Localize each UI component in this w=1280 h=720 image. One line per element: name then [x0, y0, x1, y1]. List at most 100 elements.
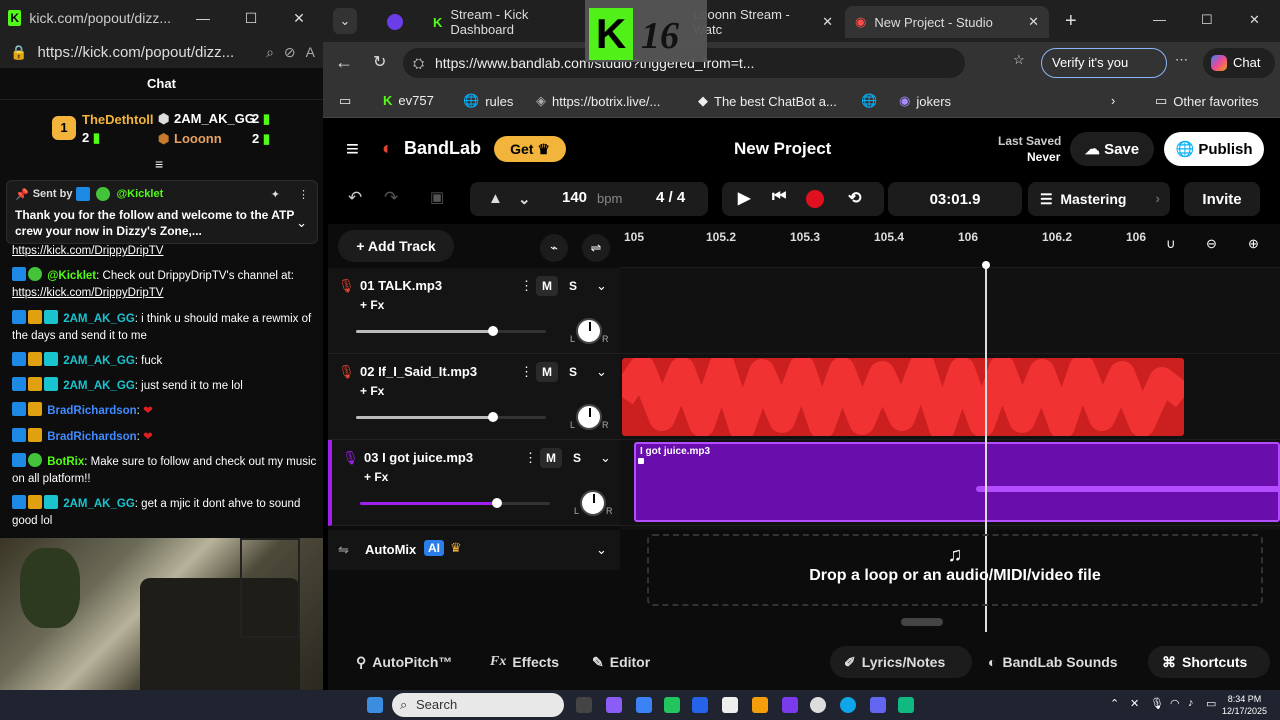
chat-username[interactable]: 2AM_AK_GG	[63, 498, 135, 510]
discord-icon[interactable]	[870, 697, 886, 713]
volume-slider[interactable]	[360, 498, 550, 508]
chat-link[interactable]: https://kick.com/DrippyDripTV	[12, 287, 163, 299]
automix-row[interactable]: ⇋ AutoMix AI ♛ ⌄	[328, 530, 620, 570]
system-clock[interactable]: 8:34 PM 12/17/2025	[1222, 693, 1267, 717]
audio-clip-i-got-juice[interactable]: I got juice.mp3	[634, 442, 1280, 522]
minimize-button[interactable]: —	[1153, 12, 1166, 27]
track-header-1[interactable]: 🎙 01 TALK.mp3 + Fx ⋮ M S ⌄ L R	[328, 268, 620, 354]
close-button[interactable]: ✕	[1249, 12, 1260, 28]
chat-username[interactable]: BradRichardson	[47, 431, 136, 443]
app-icon[interactable]	[722, 697, 738, 713]
tab-close-icon[interactable]: ✕	[822, 14, 833, 30]
bookmark-ev757[interactable]: Kev757	[383, 93, 434, 108]
track-expand-icon[interactable]: ⌄	[600, 450, 611, 466]
zoom-icon[interactable]: ⌕	[266, 44, 274, 61]
track-expand-icon[interactable]: ⌄	[596, 278, 607, 294]
get-membership-button[interactable]: Get ♛	[494, 136, 566, 162]
track-name[interactable]: 02 If_I_Said_It.mp3	[360, 364, 477, 379]
tuner-icon[interactable]: ⇌	[582, 234, 610, 262]
zoom-in-icon[interactable]: ⊕	[1248, 236, 1259, 252]
automation-icon[interactable]: ⌁	[540, 234, 568, 262]
mute-button[interactable]: M	[536, 362, 558, 382]
mastering-button[interactable]: ☰ Mastering ›	[1028, 182, 1170, 216]
project-title[interactable]: New Project	[734, 139, 831, 159]
drop-zone[interactable]: ♫ Drop a loop or an audio/MIDI/video fil…	[647, 534, 1263, 606]
automix-expand-icon[interactable]: ⌄	[596, 542, 607, 558]
taskbar-search[interactable]: ⌕ Search	[392, 693, 564, 717]
volume-knob[interactable]	[491, 498, 502, 508]
track-header-3[interactable]: 🎙 03 I got juice.mp3 + Fx ⋮ M S ⌄ L R	[328, 440, 620, 526]
volume-icon[interactable]: ♪	[1188, 697, 1194, 709]
save-button[interactable]: ☁ Save	[1070, 132, 1154, 166]
shortcuts-button[interactable]: ⌘ Shortcuts	[1148, 646, 1270, 678]
other-favorites[interactable]: ▭ Other favorites	[1155, 93, 1259, 109]
bookmarks-overflow-icon[interactable]: ›	[1111, 93, 1115, 108]
app-icon[interactable]	[898, 697, 914, 713]
edge-icon[interactable]	[840, 697, 856, 713]
pan-knob[interactable]	[580, 490, 606, 516]
solo-button[interactable]: S	[566, 448, 588, 468]
add-track-button[interactable]: + Add Track	[338, 230, 454, 262]
chat-username[interactable]: 2AM_AK_GG	[63, 355, 135, 367]
chat-username[interactable]: BradRichardson	[47, 405, 136, 417]
new-tab-button[interactable]: +	[1065, 10, 1077, 33]
track-menu-icon[interactable]: ⋮	[520, 278, 533, 294]
mute-button[interactable]: M	[536, 276, 558, 296]
volume-slider[interactable]	[356, 412, 546, 422]
time-signature[interactable]: 4 / 4	[656, 189, 685, 206]
bookmark-chatbot[interactable]: ◆ The best ChatBot a...	[698, 93, 837, 109]
back-icon[interactable]: ←	[335, 52, 353, 73]
track-name[interactable]: 03 I got juice.mp3	[364, 450, 473, 465]
effects-button[interactable]: Fx Effects	[476, 646, 573, 678]
bookmark-globe[interactable]: 🌐	[861, 93, 883, 109]
more-icon[interactable]: ⋯	[1175, 52, 1188, 68]
track-name[interactable]: 01 TALK.mp3	[360, 278, 442, 293]
bandlab-sounds-button[interactable]: ◐ BandLab Sounds	[974, 646, 1142, 678]
metronome-icon[interactable]: ▲	[488, 190, 503, 207]
playhead-handle[interactable]	[982, 261, 990, 269]
bookmark-rules[interactable]: 🌐 rules	[463, 93, 513, 109]
split-icon[interactable]: ▣	[430, 188, 444, 206]
loop-icon[interactable]: ⟲	[848, 188, 861, 208]
maximize-button[interactable]: ☐	[227, 10, 275, 27]
bpm-value[interactable]: 140	[562, 189, 587, 206]
lane-2[interactable]	[620, 354, 1280, 440]
add-fx-button[interactable]: + Fx	[360, 298, 384, 312]
gifter-name[interactable]: TheDethtoll	[82, 112, 154, 127]
bookmark-icon[interactable]: ▭	[339, 93, 351, 109]
record-icon[interactable]	[806, 190, 824, 208]
unpin-icon[interactable]: ✦	[271, 188, 280, 201]
favorites-icon[interactable]: ☆	[1013, 52, 1025, 68]
app-icon[interactable]	[692, 697, 708, 713]
battery-icon[interactable]: ▭	[1206, 697, 1216, 710]
start-icon[interactable]	[367, 697, 383, 713]
menu-icon[interactable]: ≡	[346, 136, 359, 162]
rewind-icon[interactable]: ⏮	[772, 188, 786, 206]
notifications-icon[interactable]: ✕	[1130, 697, 1139, 710]
bookmark-botrix[interactable]: ◈ https://botrix.live/...	[536, 93, 660, 109]
time-display[interactable]: 03:01.9	[888, 182, 1022, 216]
tracking-icon[interactable]: ⊘	[284, 44, 296, 61]
tab-looonn-stream[interactable]: Looonn Stream - Watc ✕	[683, 6, 843, 38]
track-lanes[interactable]: I got juice.mp3	[620, 268, 1280, 530]
pan-knob[interactable]	[576, 318, 602, 344]
read-aloud-icon[interactable]: A	[306, 44, 315, 60]
lane-1[interactable]	[620, 268, 1280, 354]
volume-knob[interactable]	[487, 326, 498, 336]
minimize-button[interactable]: —	[179, 10, 227, 27]
pan-knob[interactable]	[576, 404, 602, 430]
chat-link[interactable]: https://kick.com/DrippyDripTV	[12, 245, 163, 257]
tab-new-project[interactable]: ◉ New Project - Studio ✕	[845, 6, 1049, 38]
audio-clip-if-i-said-it[interactable]	[622, 358, 1184, 436]
solo-button[interactable]: S	[562, 276, 584, 296]
timeline-ruler[interactable]: 105 105.2 105.3 105.4 106 106.2 106 ∪ ⊖ …	[620, 224, 1280, 268]
verify-profile-button[interactable]: Verify it's you	[1041, 48, 1167, 78]
maximize-button[interactable]: ☐	[1201, 12, 1213, 28]
more-options-icon[interactable]: ⋮	[298, 188, 309, 201]
timeline-scrollbar[interactable]	[901, 618, 943, 626]
chat-username[interactable]: BotRix	[47, 456, 84, 468]
expand-icon[interactable]: ⌄	[296, 215, 307, 231]
invite-button[interactable]: Invite	[1184, 182, 1260, 216]
app-icon[interactable]	[782, 697, 798, 713]
settings-icon[interactable]	[810, 697, 826, 713]
